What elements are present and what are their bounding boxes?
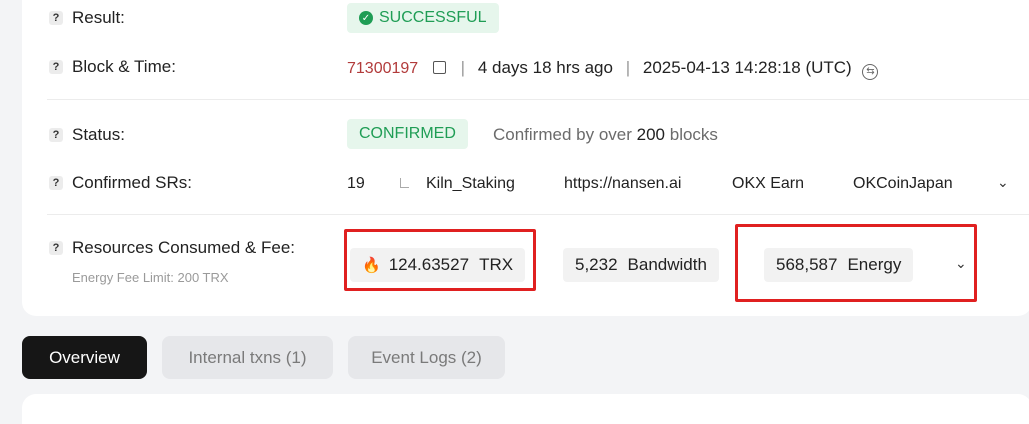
- sr-item[interactable]: OKCoinJapan: [853, 175, 953, 193]
- block-age: 4 days 18 hrs ago: [477, 58, 613, 77]
- bandwidth-unit: Bandwidth: [627, 255, 707, 274]
- copy-icon[interactable]: [432, 61, 446, 74]
- tab-internal-txns[interactable]: Internal txns (1): [162, 336, 333, 379]
- check-circle-icon: ✓: [359, 11, 373, 25]
- tab-content-panel: [22, 394, 1029, 424]
- result-value: SUCCESSFUL: [379, 9, 487, 26]
- confirmation-count: 200: [636, 125, 665, 144]
- help-icon[interactable]: ?: [49, 176, 63, 190]
- divider: [47, 99, 1029, 100]
- status-badge: CONFIRMED: [347, 119, 468, 149]
- highlight-box: [735, 224, 977, 302]
- help-icon[interactable]: ?: [49, 241, 63, 255]
- result-label: Result:: [72, 8, 125, 27]
- highlight-box: [344, 229, 536, 291]
- help-icon[interactable]: ?: [49, 128, 63, 142]
- block-datetime: 2025-04-13 14:28:18 (UTC): [642, 58, 852, 77]
- tree-branch-icon: [400, 178, 409, 188]
- energy-fee-limit: Energy Fee Limit: 200 TRX: [72, 270, 229, 285]
- block-time-row: 71300197 | 4 days 18 hrs ago | 2025-04-1…: [347, 58, 879, 80]
- divider: [47, 214, 1029, 215]
- tab-event-logs[interactable]: Event Logs (2): [348, 336, 505, 379]
- confirmation-note: Confirmed by over 200 blocks: [493, 125, 718, 145]
- help-icon[interactable]: ?: [49, 60, 63, 74]
- resources-label: Resources Consumed & Fee:: [72, 238, 295, 257]
- bandwidth-pill: 5,232 Bandwidth: [563, 248, 719, 282]
- chevron-down-icon[interactable]: ⌄: [997, 174, 1009, 191]
- separator: |: [625, 58, 631, 77]
- block-time-label: Block & Time:: [72, 57, 176, 76]
- sr-item[interactable]: Kiln_Staking: [426, 175, 515, 193]
- result-badge: ✓ SUCCESSFUL: [347, 3, 499, 33]
- sr-item[interactable]: https://nansen.ai: [564, 175, 681, 193]
- confirmation-note-suffix: blocks: [669, 125, 718, 144]
- tab-overview[interactable]: Overview: [22, 336, 147, 379]
- bandwidth-amount: 5,232: [575, 255, 618, 274]
- transaction-details-card: ? Result: ✓ SUCCESSFUL ? Block & Time: 7…: [22, 0, 1029, 316]
- confirmation-note-prefix: Confirmed by over: [493, 125, 632, 144]
- sr-count: 19: [347, 175, 365, 192]
- help-icon[interactable]: ?: [49, 11, 63, 25]
- status-label: Status:: [72, 125, 125, 144]
- confirmed-srs-label: Confirmed SRs:: [72, 173, 192, 192]
- separator: |: [460, 58, 466, 77]
- sr-item[interactable]: OKX Earn: [732, 175, 804, 193]
- block-number-link[interactable]: 71300197: [347, 60, 418, 77]
- timezone-toggle-icon[interactable]: ⇆: [862, 63, 879, 80]
